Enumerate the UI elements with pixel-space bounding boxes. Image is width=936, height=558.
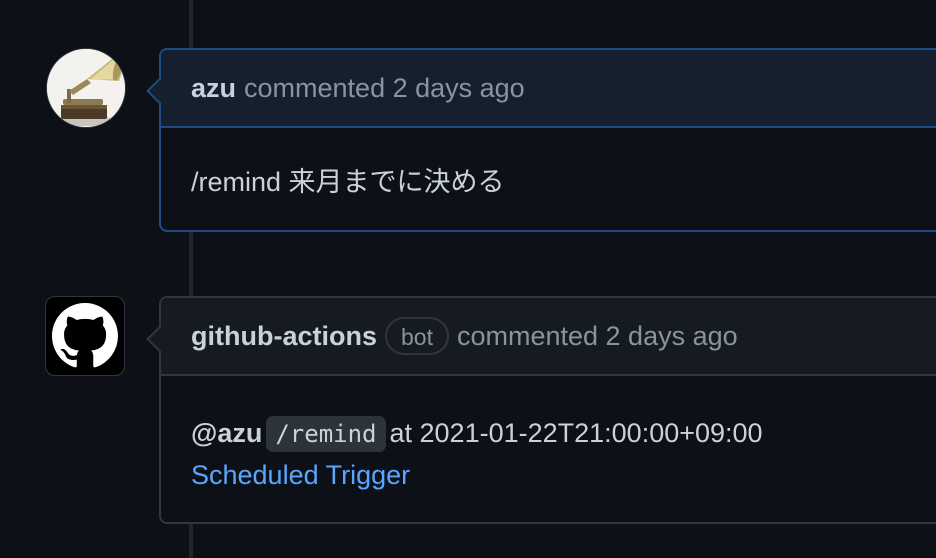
inline-code: /remind <box>266 416 386 452</box>
avatar-azu[interactable] <box>46 48 126 128</box>
avatar-github-actions[interactable] <box>45 296 125 376</box>
comment-author[interactable]: azu <box>191 73 236 104</box>
comment-body-text: /remind 来月までに決める <box>191 167 505 197</box>
comment-body-link-line: Scheduled Trigger <box>191 454 936 496</box>
github-octocat-icon <box>52 303 118 368</box>
comment-author[interactable]: github-actions <box>191 321 377 352</box>
comment-timestamp[interactable]: commented 2 days ago <box>457 321 738 352</box>
bot-badge: bot <box>384 317 449 355</box>
remind-time-text: at 2021-01-22T21:00:00+09:00 <box>389 418 763 448</box>
gramophone-avatar-icon <box>47 49 125 127</box>
comment-body: @azu/remind at 2021-01-22T21:00:00+09:00 … <box>161 376 936 496</box>
scheduled-trigger-link[interactable]: Scheduled Trigger <box>191 460 410 490</box>
comment-azu: azu commented 2 days ago /remind 来月までに決め… <box>146 48 936 232</box>
user-mention[interactable]: @azu <box>191 418 262 448</box>
comment-timestamp[interactable]: commented 2 days ago <box>244 73 525 104</box>
issue-timeline: azu commented 2 days ago /remind 来月までに決め… <box>0 0 936 558</box>
comment-header: github-actions bot commented 2 days ago <box>161 298 936 376</box>
comment-header: azu commented 2 days ago <box>161 50 936 128</box>
comment-body-line: @azu/remind at 2021-01-22T21:00:00+09:00 <box>191 412 936 454</box>
comment-body: /remind 来月までに決める <box>161 128 936 199</box>
comment-github-actions: github-actions bot commented 2 days ago … <box>146 296 936 524</box>
